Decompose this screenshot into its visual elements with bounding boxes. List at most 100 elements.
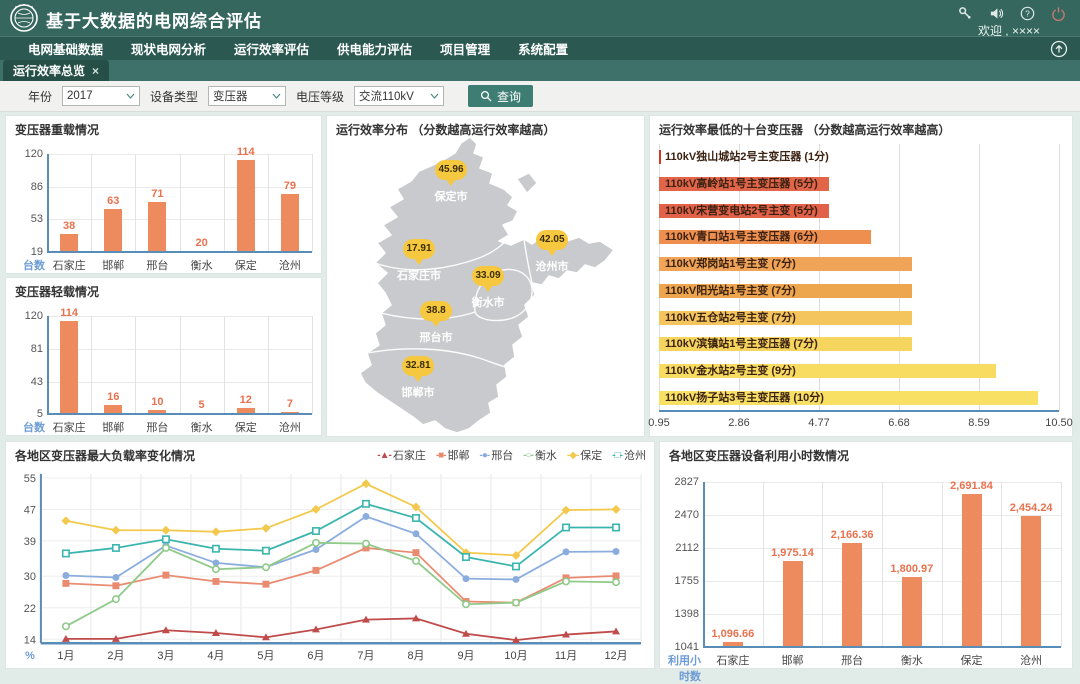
data-point-保定[interactable]: [361, 479, 370, 488]
nav-item-system-config[interactable]: 系统配置: [518, 39, 568, 58]
panel-title: 运行效率最低的十台变压器 （分数越高运行效率越高）: [659, 121, 950, 138]
data-point-衡水[interactable]: [413, 558, 419, 564]
bar-保定[interactable]: [962, 494, 982, 647]
bar-沧州[interactable]: [1021, 516, 1041, 647]
data-point-保定[interactable]: [612, 505, 621, 514]
data-point-衡水[interactable]: [463, 601, 469, 607]
data-point-沧州[interactable]: [263, 548, 269, 554]
y-axis-tick: 14: [24, 634, 36, 646]
chevron-down-icon: [126, 93, 135, 99]
filter-bar: 年份 2017 设备类型 变压器 电压等级 交流110kV 查询: [0, 81, 1080, 112]
data-point-沧州[interactable]: [63, 550, 69, 556]
data-point-沧州[interactable]: [463, 554, 469, 560]
bar-石家庄[interactable]: [60, 234, 78, 252]
nav-item-current-grid-analysis[interactable]: 现状电网分析: [131, 39, 206, 58]
y-axis-tick: 47: [24, 504, 36, 516]
data-point-邢台[interactable]: [312, 546, 319, 553]
data-point-衡水[interactable]: [63, 623, 69, 629]
data-point-衡水[interactable]: [563, 578, 569, 584]
bar-邢台[interactable]: [148, 202, 166, 252]
x-axis-label: 1月: [57, 650, 74, 662]
bar-邢台[interactable]: [842, 543, 862, 647]
legend-item-邯郸[interactable]: -■-邯郸: [436, 447, 470, 463]
data-point-邯郸[interactable]: [312, 567, 319, 574]
data-point-邢台[interactable]: [112, 574, 119, 581]
hbar-1[interactable]: [659, 150, 661, 164]
y-axis-tick: 2827: [665, 476, 699, 488]
data-point-保定[interactable]: [311, 505, 320, 514]
x-axis-label: 11月: [555, 650, 577, 662]
wrench-icon[interactable]: [958, 6, 973, 21]
data-point-保定[interactable]: [61, 516, 70, 525]
data-point-邢台[interactable]: [412, 530, 419, 537]
data-point-邢台[interactable]: [362, 513, 369, 520]
bar-衡水[interactable]: [902, 577, 922, 647]
data-point-邯郸[interactable]: [412, 549, 419, 556]
data-point-邯郸[interactable]: [62, 580, 69, 587]
data-point-衡水[interactable]: [313, 540, 319, 546]
data-point-保定[interactable]: [211, 527, 220, 536]
data-point-邯郸[interactable]: [162, 572, 169, 579]
data-point-保定[interactable]: [161, 526, 170, 535]
legend-item-石家庄[interactable]: -▲-石家庄: [377, 447, 426, 463]
data-point-邢台[interactable]: [62, 572, 69, 579]
gridline-v: [312, 154, 313, 252]
data-point-衡水[interactable]: [363, 540, 369, 546]
tab-close-icon[interactable]: ×: [92, 64, 99, 78]
nav-item-project-management[interactable]: 项目管理: [440, 39, 490, 58]
nav-item-supply-capacity[interactable]: 供电能力评估: [337, 39, 412, 58]
data-point-衡水[interactable]: [613, 579, 619, 585]
panel-max-load-rate: 各地区变压器最大负载率变化情况 -▲-石家庄-■-邯郸-●-邢台-○-衡水-◆-…: [5, 441, 655, 669]
gridline-v: [822, 482, 823, 647]
data-point-保定[interactable]: [111, 526, 120, 535]
data-point-邢台[interactable]: [613, 548, 620, 555]
gridline-v: [1059, 144, 1060, 411]
voltage-level-select[interactable]: 交流110kV: [354, 86, 444, 106]
speaker-icon[interactable]: [989, 6, 1004, 21]
legend-item-衡水[interactable]: -○-衡水: [523, 447, 557, 463]
data-point-沧州[interactable]: [313, 528, 319, 534]
data-point-衡水[interactable]: [163, 545, 169, 551]
data-point-沧州[interactable]: [613, 524, 619, 530]
power-icon[interactable]: [1051, 6, 1066, 21]
data-point-沧州[interactable]: [163, 536, 169, 542]
nav-item-operation-efficiency[interactable]: 运行效率评估: [234, 39, 309, 58]
data-point-邢台[interactable]: [463, 575, 470, 582]
data-point-衡水[interactable]: [213, 566, 219, 572]
data-point-沧州[interactable]: [113, 545, 119, 551]
x-axis-label: 沧州: [991, 652, 1071, 668]
data-point-沧州[interactable]: [363, 501, 369, 507]
data-point-衡水[interactable]: [113, 596, 119, 602]
data-point-沧州[interactable]: [513, 563, 519, 569]
bar-沧州[interactable]: [281, 194, 299, 252]
x-axis-tick: 0.95: [629, 417, 689, 429]
bar-石家庄[interactable]: [60, 321, 78, 414]
bar-邯郸[interactable]: [783, 561, 803, 647]
bar-value-label: 20: [162, 237, 242, 249]
data-point-邯郸[interactable]: [262, 581, 269, 588]
legend-item-邢台[interactable]: -●-邢台: [480, 447, 514, 463]
data-point-邯郸[interactable]: [212, 578, 219, 585]
data-point-邯郸[interactable]: [112, 582, 119, 589]
year-select[interactable]: 2017: [62, 86, 140, 106]
collapse-up-icon[interactable]: [1050, 40, 1068, 58]
data-point-邢台[interactable]: [513, 576, 520, 583]
tab-operation-efficiency-overview[interactable]: 运行效率总览 ×: [3, 60, 109, 81]
data-point-衡水[interactable]: [513, 600, 519, 606]
legend-item-沧州[interactable]: -□-沧州: [612, 447, 646, 463]
bar-保定[interactable]: [237, 160, 255, 252]
x-axis-label: 7月: [357, 650, 374, 662]
data-point-衡水[interactable]: [263, 564, 269, 570]
y-axis-tick: 22: [24, 603, 36, 615]
data-point-邢台[interactable]: [563, 548, 570, 555]
search-button[interactable]: 查询: [468, 85, 533, 107]
data-point-沧州[interactable]: [213, 546, 219, 552]
help-icon[interactable]: ?: [1020, 6, 1035, 21]
bar-邯郸[interactable]: [104, 209, 122, 252]
data-point-沧州[interactable]: [413, 515, 419, 521]
data-point-保定[interactable]: [261, 524, 270, 533]
nav-item-grid-base-data[interactable]: 电网基础数据: [28, 39, 103, 58]
data-point-沧州[interactable]: [563, 524, 569, 530]
legend-item-保定[interactable]: -◆-保定: [567, 447, 602, 463]
device-type-select[interactable]: 变压器: [208, 86, 286, 106]
